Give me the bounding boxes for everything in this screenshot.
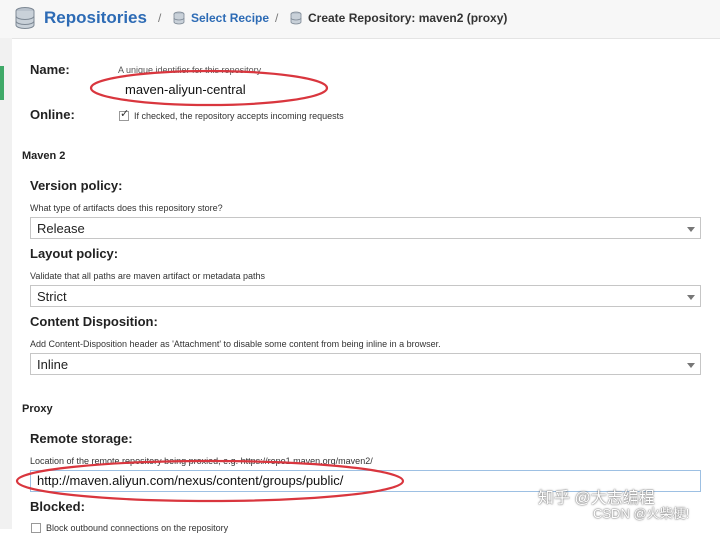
breadcrumb-create-repository: Create Repository: maven2 (proxy) (290, 11, 507, 25)
online-label: Online: (30, 107, 75, 122)
blocked-label: Blocked: (30, 499, 85, 514)
breadcrumb-label: Select Recipe (191, 11, 270, 25)
database-icon (290, 11, 302, 25)
version-policy-select[interactable]: Release (30, 217, 701, 239)
online-help: If checked, the repository accepts incom… (134, 111, 344, 121)
name-label: Name: (30, 62, 70, 77)
blocked-help: Block outbound connections on the reposi… (46, 523, 229, 533)
breadcrumb-select-recipe[interactable]: Select Recipe (173, 11, 269, 25)
name-input[interactable]: maven-aliyun-central (118, 79, 318, 101)
remote-storage-label: Remote storage: (30, 431, 133, 446)
blocked-checkbox[interactable] (31, 523, 41, 533)
version-policy-label: Version policy: (30, 178, 123, 193)
layout-policy-label: Layout policy: (30, 246, 119, 261)
content-disposition-select[interactable]: Inline (30, 353, 701, 375)
left-gutter (0, 38, 12, 529)
layout-policy-select[interactable]: Strict (30, 285, 701, 307)
name-help: A unique identifier for this repository (118, 65, 262, 75)
checkmark-icon: ✓ (120, 108, 130, 120)
page-title: Repositories (44, 8, 147, 27)
maven2-section-heading: Maven 2 (22, 150, 66, 162)
chevron-down-icon (687, 295, 695, 300)
content-disposition-label: Content Disposition: (30, 314, 158, 329)
layout-policy-value: Strict (37, 289, 67, 304)
version-policy-help: What type of artifacts does this reposit… (30, 203, 223, 213)
proxy-section-heading: Proxy (22, 403, 53, 415)
breadcrumb-repositories[interactable]: Repositories (14, 6, 147, 30)
online-checkbox[interactable]: ✓ (119, 108, 130, 121)
breadcrumb-separator: / (275, 11, 279, 25)
content-disposition-value: Inline (37, 357, 69, 372)
version-policy-value: Release (37, 221, 85, 236)
breadcrumb-bar: Repositories / Select Recipe / Create Re… (0, 0, 720, 39)
database-icon (14, 6, 36, 30)
content-disposition-help: Add Content-Disposition header as 'Attac… (30, 339, 441, 349)
layout-policy-help: Validate that all paths are maven artifa… (30, 271, 265, 281)
breadcrumb-separator: / (158, 11, 162, 25)
chevron-down-icon (687, 227, 695, 232)
remote-storage-help: Location of the remote repository being … (30, 456, 373, 466)
breadcrumb-label: Create Repository: maven2 (proxy) (308, 11, 508, 25)
nav-accent-bar (0, 66, 4, 100)
chevron-down-icon (687, 363, 695, 368)
database-icon (173, 11, 185, 25)
csdn-watermark: CSDN @火柴梗! (593, 506, 690, 521)
